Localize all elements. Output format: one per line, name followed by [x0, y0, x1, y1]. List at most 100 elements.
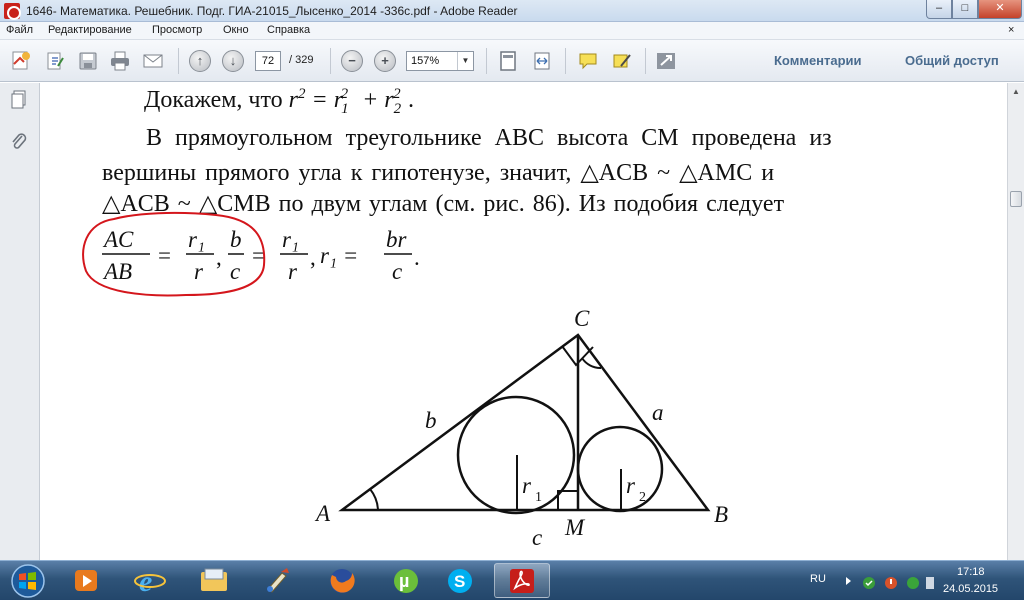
fullscreen-icon[interactable]: [655, 50, 677, 72]
label-a-vertex: A: [314, 501, 331, 526]
update-status-icon: [907, 577, 919, 589]
comment-icon[interactable]: [577, 50, 599, 72]
label-c-vertex: C: [574, 306, 590, 331]
menu-bar: Файл Редактирование Просмотр Окно Справк…: [0, 22, 1024, 40]
firefox-icon: [330, 569, 355, 593]
comments-link[interactable]: Комментарии: [774, 53, 862, 68]
document-close-icon[interactable]: ×: [1008, 24, 1014, 36]
internet-explorer-icon: e: [134, 565, 166, 598]
svg-text:,: ,: [216, 245, 222, 270]
start-button-icon[interactable]: [6, 562, 50, 600]
label-r2-subscript: 2: [639, 490, 646, 505]
taskbar-skype[interactable]: S: [432, 563, 488, 598]
chevron-down-icon[interactable]: ▼: [457, 52, 473, 70]
taskbar-file-explorer[interactable]: [186, 563, 242, 598]
language-indicator[interactable]: RU: [810, 573, 826, 585]
zoom-in-button[interactable]: +: [374, 50, 396, 72]
title-bar: 1646- Математика. Решебник. Подг. ГИА-21…: [0, 0, 1024, 22]
taskbar-media-player[interactable]: [58, 563, 114, 598]
vertical-scrollbar[interactable]: ▲: [1007, 83, 1024, 560]
taskbar-utorrent[interactable]: µ: [378, 563, 434, 598]
menu-file[interactable]: Файл: [6, 24, 33, 36]
frac3-numerator: b: [230, 227, 242, 252]
triangle-figure: C A B M a b c r 1 r 2: [314, 306, 728, 550]
frac1-numerator: AC: [102, 227, 134, 252]
adobe-reader-icon: [510, 569, 534, 593]
frac5-denominator: c: [392, 259, 402, 284]
page-total: / 329: [289, 54, 314, 66]
frac1-denominator: AB: [102, 259, 132, 284]
frac5-numerator: br: [386, 227, 408, 252]
label-m-point: M: [564, 515, 586, 540]
text-line-1: Докажем, что r2 = r12 + r22.: [144, 86, 415, 118]
zoom-select[interactable]: 157% ▼: [406, 51, 474, 71]
formula-proportions: AC AB = r₁ r , b c = r₁ r , r₁ = br c .: [82, 211, 420, 297]
share-link[interactable]: Общий доступ: [905, 53, 999, 68]
print-icon[interactable]: [109, 50, 131, 72]
page-thumbnails-icon[interactable]: [9, 89, 29, 111]
label-side-a: a: [652, 400, 664, 425]
media-player-icon: [75, 570, 97, 591]
toolbar-separator: [330, 48, 331, 74]
frac4-denominator: r: [288, 259, 298, 284]
toolbar: ↑ ↓ / 329 − + 157% ▼ Комментарии Общий д…: [0, 40, 1024, 82]
toolbar-separator: [486, 48, 487, 74]
svg-text:,: ,: [310, 245, 316, 270]
text-line-1-prefix: Докажем, что: [144, 87, 289, 113]
label-side-c: c: [532, 525, 542, 550]
edit-icon[interactable]: [44, 50, 66, 72]
label-r1-subscript: 1: [535, 490, 542, 505]
zoom-out-button[interactable]: −: [341, 50, 363, 72]
menu-edit[interactable]: Редактирование: [48, 24, 132, 36]
frac4-numerator: r₁: [282, 227, 299, 252]
minimize-button[interactable]: –: [926, 0, 952, 19]
window-title: 1646- Математика. Решебник. Подг. ГИА-21…: [26, 4, 518, 18]
taskbar-internet-explorer[interactable]: e: [122, 563, 178, 598]
label-b-vertex: B: [714, 502, 728, 527]
maximize-button[interactable]: □: [952, 0, 978, 19]
close-button[interactable]: ✕: [978, 0, 1022, 19]
page-number-input[interactable]: [255, 51, 281, 71]
create-pdf-icon[interactable]: [10, 50, 32, 72]
svg-text:S: S: [454, 572, 465, 591]
scrollbar-thumb[interactable]: [1010, 191, 1022, 207]
file-explorer-icon: [201, 568, 227, 591]
frac2-numerator: r₁: [188, 227, 205, 252]
show-hidden-icons-icon[interactable]: [846, 577, 851, 585]
email-icon[interactable]: [142, 50, 164, 72]
label-r1: r: [522, 473, 532, 498]
toolbar-separator: [565, 48, 566, 74]
label-side-b: b: [425, 408, 437, 433]
right-angle-marker-m: [557, 490, 578, 510]
sign-icon[interactable]: [611, 50, 633, 72]
save-icon[interactable]: [77, 50, 99, 72]
clock-time[interactable]: 17:18: [957, 566, 985, 578]
menu-view[interactable]: Просмотр: [152, 24, 202, 36]
skype-icon: S: [448, 569, 472, 593]
paint-icon: [267, 568, 289, 593]
volume-icon: [926, 577, 934, 589]
menu-help[interactable]: Справка: [267, 24, 310, 36]
svg-text:=: =: [158, 243, 171, 268]
text-line-3: вершины прямого угла к гипотенузе, значи…: [102, 160, 775, 186]
scroll-up-icon[interactable]: ▲: [1012, 87, 1020, 96]
fit-width-icon[interactable]: [531, 50, 553, 72]
svg-text:.: .: [414, 245, 420, 270]
taskbar-firefox[interactable]: [314, 563, 370, 598]
taskbar-paint[interactable]: [250, 563, 306, 598]
toolbar-separator: [645, 48, 646, 74]
attachments-icon[interactable]: [9, 131, 29, 153]
prev-page-icon[interactable]: ↑: [189, 50, 211, 72]
adobe-reader-app-icon: [4, 3, 21, 20]
taskbar-adobe-reader[interactable]: [494, 563, 550, 598]
menu-window[interactable]: Окно: [223, 24, 249, 36]
navigation-pane: [0, 83, 40, 560]
toolbar-separator: [178, 48, 179, 74]
clock-date[interactable]: 24.05.2015: [943, 583, 998, 595]
zoom-value: 157%: [411, 55, 440, 67]
text-line-2: В прямоугольном треугольнике ABC высота …: [146, 125, 832, 151]
svg-text:e: e: [139, 565, 152, 598]
document-view[interactable]: Докажем, что r2 = r12 + r22. В прямоугол…: [40, 83, 1007, 560]
next-page-icon[interactable]: ↓: [222, 50, 244, 72]
fit-page-icon[interactable]: [497, 50, 519, 72]
